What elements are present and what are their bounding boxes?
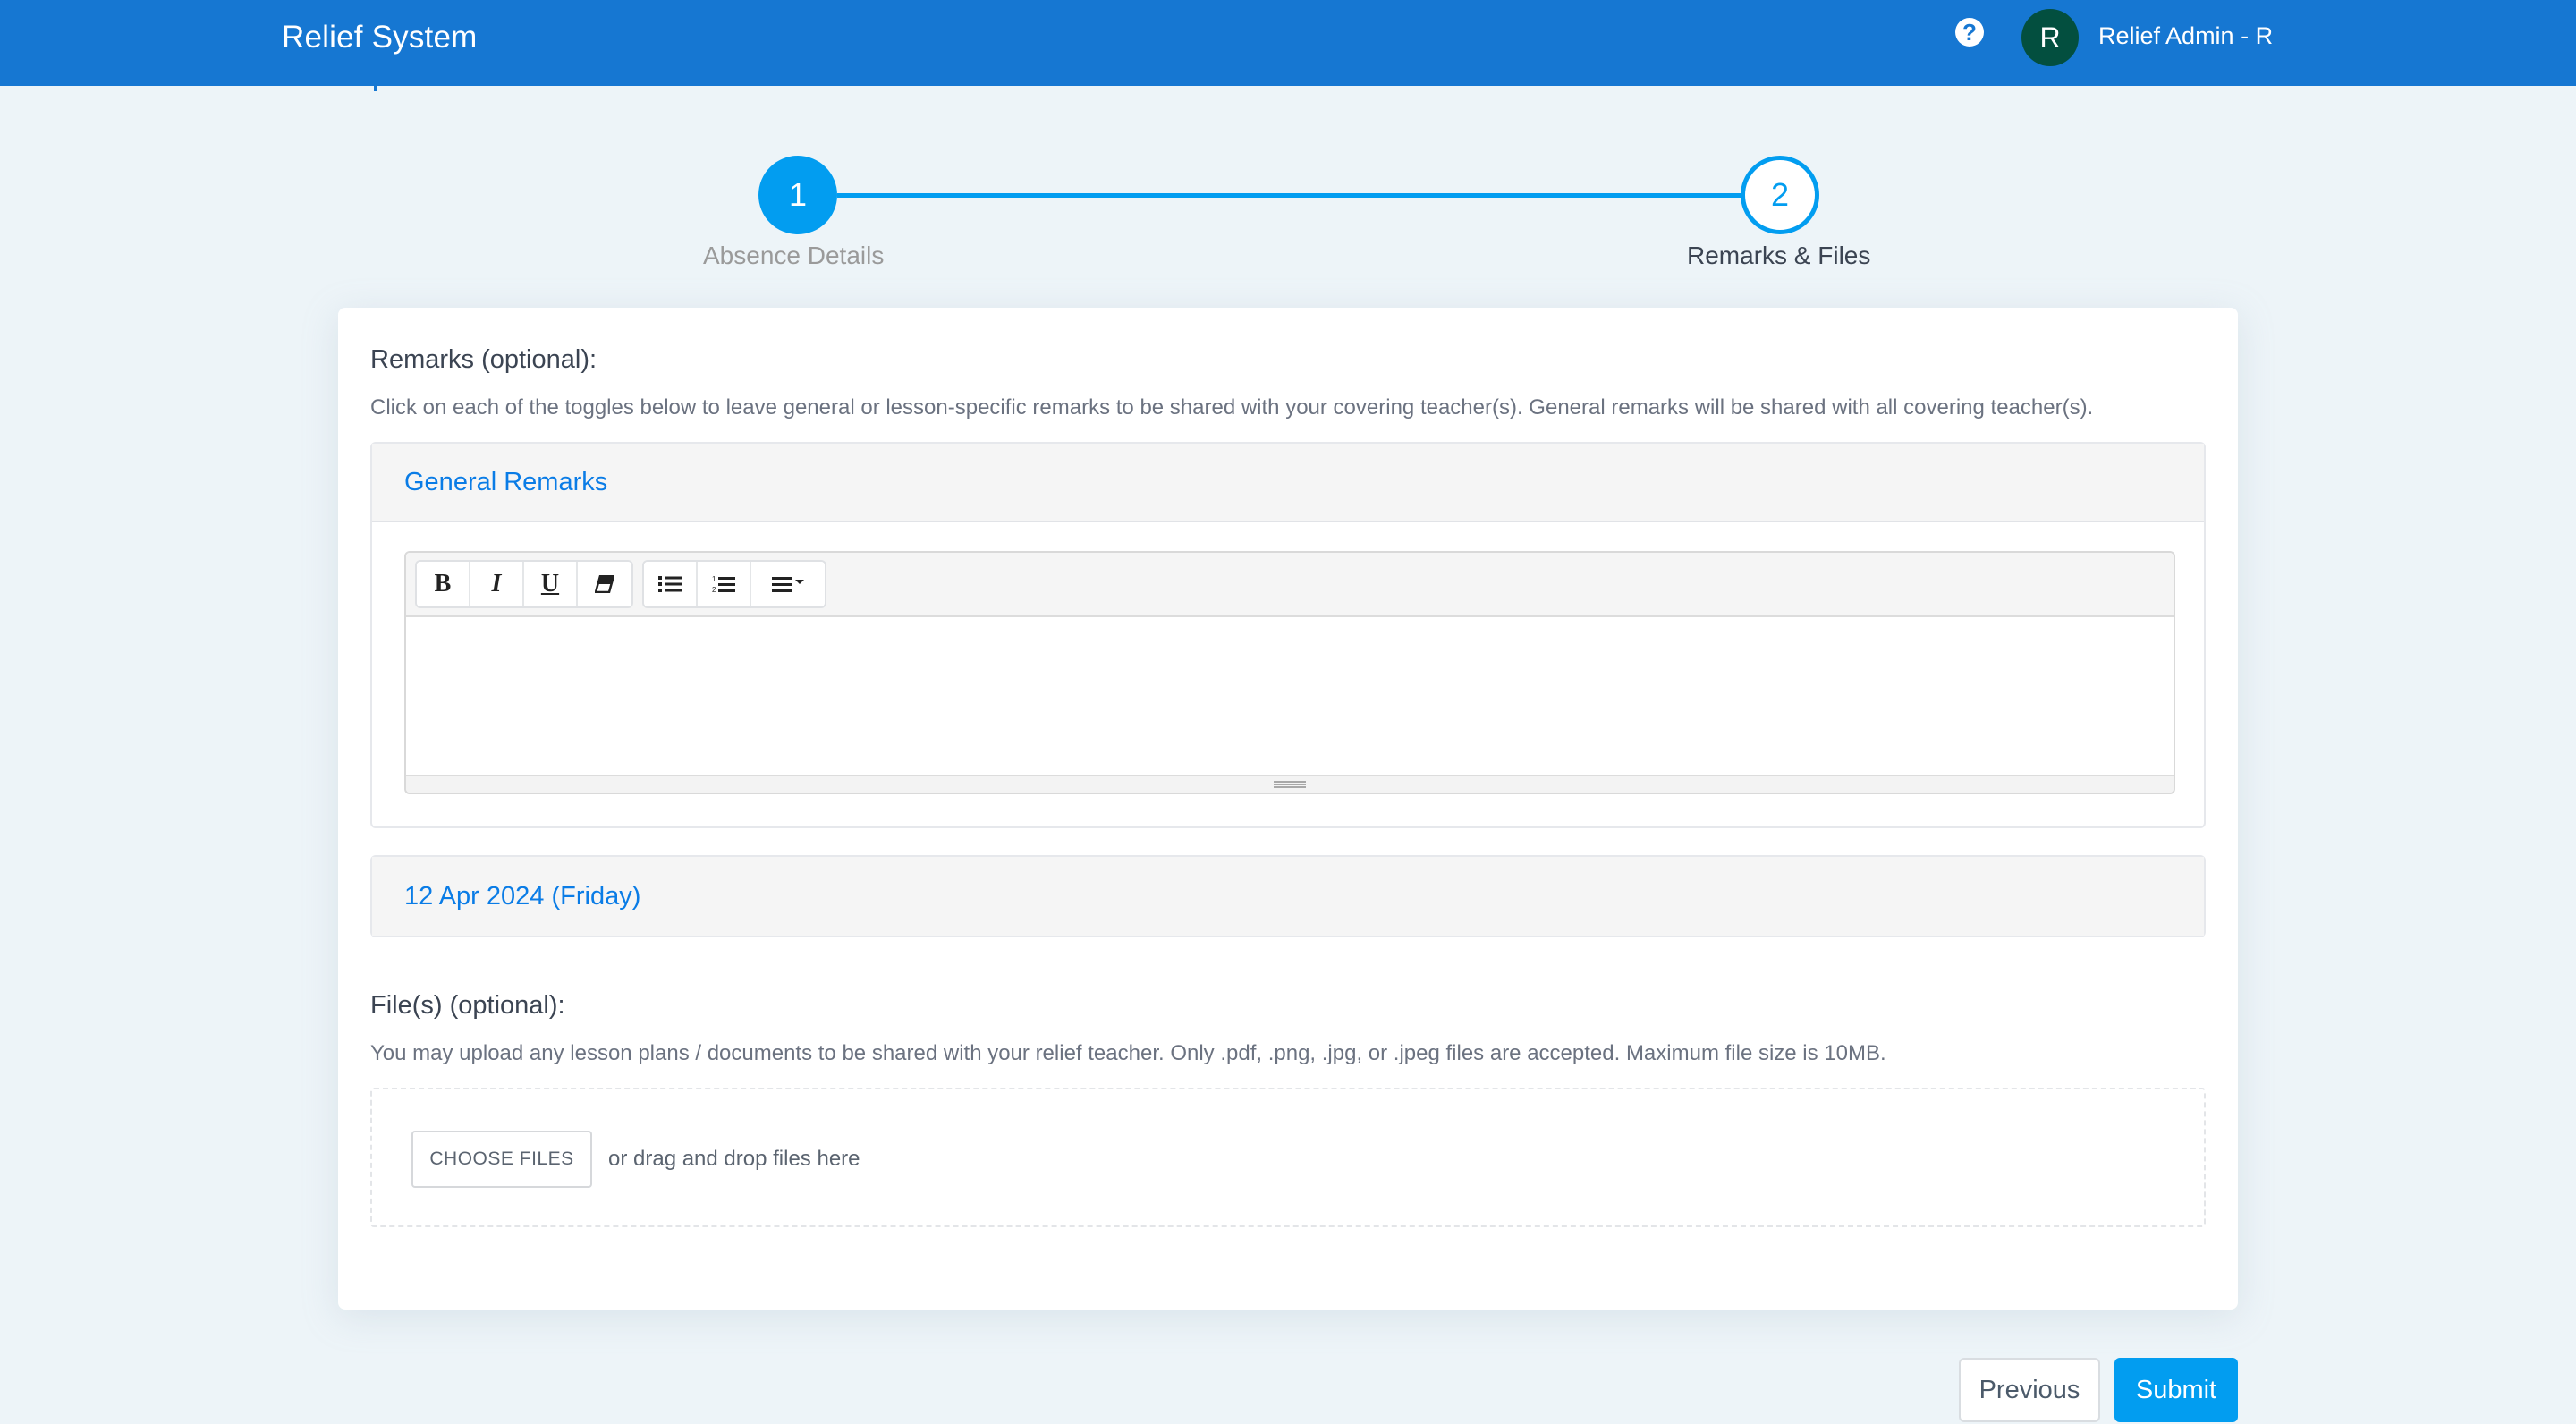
grip-icon [1274,781,1306,788]
remarks-description: Click on each of the toggles below to le… [370,395,2094,420]
svg-text:1: 1 [712,575,716,583]
ordered-list-button[interactable]: 1 2 [698,562,751,606]
date-remarks-toggle[interactable]: 12 Apr 2024 (Friday) [372,857,2204,936]
top-navbar: Relief System ? R Relief Admin - R [0,0,2576,86]
avatar[interactable]: R [2021,9,2079,66]
general-remarks-panel: General Remarks B I U 1 2 [370,442,2206,828]
editor-resize-handle[interactable] [406,775,2174,793]
previous-button[interactable]: Previous [1959,1358,2100,1422]
align-dropdown-button[interactable] [751,562,825,606]
app-title[interactable]: Relief System [282,16,478,59]
remarks-editor-input[interactable] [406,617,2174,775]
align-left-icon [772,577,804,592]
remarks-title: Remarks (optional): [370,345,597,374]
general-remarks-toggle[interactable]: General Remarks [372,444,2204,522]
list-ul-icon [658,576,682,592]
step-connector [837,193,1741,198]
question-circle-icon[interactable]: ? [1955,18,1984,47]
eraser-icon [595,575,614,593]
list-ol-icon: 1 2 [712,575,735,594]
clear-format-button[interactable] [578,562,631,606]
step-1-label: Absence Details [703,242,885,269]
step-1-circle[interactable]: 1 [758,156,837,234]
choose-files-button[interactable]: CHOOSE FILES [411,1131,592,1188]
rich-text-editor: B I U 1 2 [404,551,2175,794]
unordered-list-button[interactable] [644,562,698,606]
file-dropzone[interactable]: CHOOSE FILES or drag and drop files here [370,1088,2206,1227]
nav-indicator [374,86,377,91]
svg-text:2: 2 [712,586,716,594]
drop-hint: or drag and drop files here [608,1147,860,1171]
format-button-group: B I U [415,560,633,608]
list-button-group: 1 2 [642,560,826,608]
step-2-label: Remarks & Files [1687,242,1871,269]
editor-toolbar: B I U 1 2 [406,553,2174,617]
files-description: You may upload any lesson plans / docume… [370,1041,1886,1065]
step-2-circle[interactable]: 2 [1741,156,1819,234]
italic-button[interactable]: I [470,562,524,606]
bold-button[interactable]: B [417,562,470,606]
user-name[interactable]: Relief Admin - R [2098,16,2273,55]
date-remarks-panel: 12 Apr 2024 (Friday) [370,855,2206,937]
underline-button[interactable]: U [524,562,578,606]
submit-button[interactable]: Submit [2114,1358,2238,1422]
files-title: File(s) (optional): [370,991,565,1020]
